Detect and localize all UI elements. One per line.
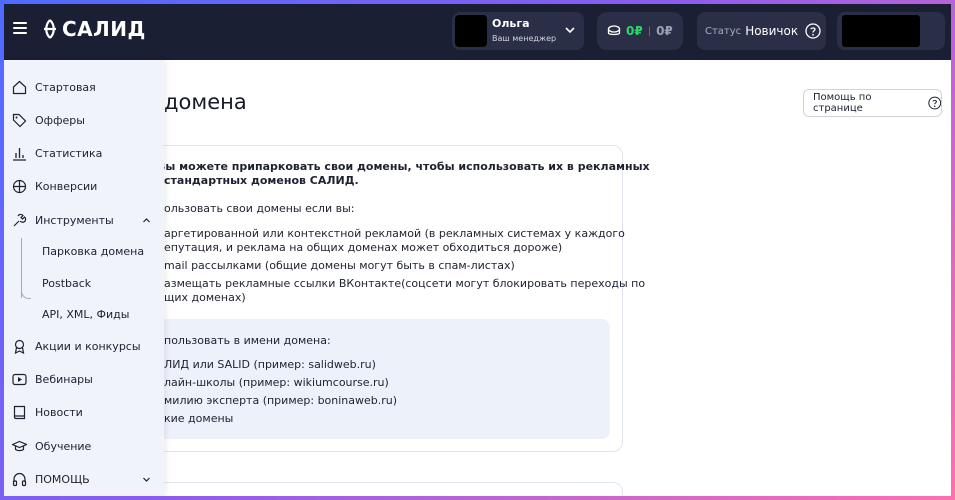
logo[interactable]: САЛИД: [42, 17, 146, 41]
sidebar-item-promotions[interactable]: Акции и конкурсы: [4, 332, 164, 360]
forbid-item: лайн-школы (пример: wikiumcourse.ru): [164, 376, 389, 389]
balance-hold: 0₽: [656, 24, 673, 38]
sidebar-item-label: Обучение: [35, 439, 92, 453]
forbid-item: ЛИД или SALID (пример: salidweb.ru): [164, 358, 376, 371]
sidebar-item-webinars[interactable]: Вебинары: [4, 365, 164, 393]
menu-icon[interactable]: [13, 22, 27, 34]
sidebar-item-conversions[interactable]: Конверсии: [4, 172, 164, 200]
page-title: домена: [164, 90, 247, 114]
forbid-heading: пользовать в имени домена:: [164, 334, 331, 347]
status-value: Новичок: [745, 24, 799, 38]
sidebar-item-label: Офферы: [35, 113, 85, 127]
sidebar-item-tools[interactable]: Инструменты: [4, 206, 164, 234]
sidebar-item-help[interactable]: ПОМОЩЬ: [4, 465, 164, 493]
wallet-icon: [607, 25, 621, 36]
sidebar-subitem-api[interactable]: API, XML, Фиды: [42, 308, 129, 321]
tag-icon: [12, 113, 27, 127]
sidebar: Стартовая Офферы Статистика Конверсии Ин…: [4, 60, 164, 496]
chevron-up-icon: [143, 217, 150, 222]
manager-avatar: [455, 15, 487, 47]
bullet-line: щих доменах): [164, 291, 246, 304]
use-heading: ользовать свои домены если вы:: [164, 202, 355, 215]
sidebar-item-offers[interactable]: Офферы: [4, 106, 164, 134]
sidebar-item-label: Акции и конкурсы: [35, 339, 141, 353]
sidebar-item-label: Стартовая: [35, 80, 96, 94]
sidebar-item-label: Новости: [35, 405, 83, 419]
question-icon: [927, 96, 941, 110]
logo-text: САЛИД: [62, 17, 146, 41]
page-help-label: Помощь по странице: [813, 92, 872, 114]
intro-line-2: стандартных доменов САЛИД.: [164, 174, 359, 187]
balance-widget[interactable]: 0₽ | 0₽: [597, 12, 683, 50]
bar-chart-icon: [13, 147, 26, 161]
award-icon: [14, 339, 25, 354]
sidebar-subitem-domain-parking[interactable]: Парковка домена: [42, 245, 144, 258]
headphones-icon: [12, 472, 27, 486]
app-window: САЛИД Ольга Ваш менеджер 0₽ | 0₽ Статус …: [4, 4, 951, 496]
book-icon: [13, 405, 26, 419]
sidebar-item-label: ПОМОЩЬ: [35, 472, 90, 486]
sidebar-item-statistics[interactable]: Статистика: [4, 139, 164, 167]
sidebar-item-label: Вебинары: [35, 372, 93, 386]
play-icon: [12, 373, 27, 385]
manager-role: Ваш менеджер: [492, 34, 557, 43]
bullet-line: аргетированной или контекстной рекламой …: [164, 227, 625, 240]
bullet-line: mail рассылками (общие домены могут быть…: [164, 259, 515, 272]
page-help-button[interactable]: Помощь по странице: [803, 89, 942, 117]
sidebar-item-news[interactable]: Новости: [4, 398, 164, 426]
tools-icon: [13, 213, 27, 226]
chevron-down-icon: [143, 477, 150, 482]
balance-divider: |: [647, 25, 652, 37]
submenu-tree-curve: [21, 285, 31, 299]
sidebar-item-label: Конверсии: [35, 179, 98, 193]
profile-avatar: [842, 15, 920, 47]
question-icon[interactable]: [805, 23, 821, 39]
home-icon: [12, 80, 27, 94]
forbid-item: милию эксперта (пример: boninaweb.ru): [164, 394, 398, 407]
forbid-item: кие домены: [164, 412, 234, 425]
status-label: Статус: [705, 25, 742, 37]
top-bar: САЛИД Ольга Ваш менеджер 0₽ | 0₽ Статус …: [4, 4, 951, 60]
balance-main: 0₽: [626, 24, 643, 38]
intro-line-1: Вы можете припарковать свои домены, чтоб…: [157, 160, 650, 173]
sidebar-item-education[interactable]: Обучение: [4, 432, 164, 460]
bullet-line: азмещать рекламные ссылки ВКонтакте(соцс…: [164, 277, 646, 290]
sidebar-item-label: Статистика: [35, 146, 103, 160]
sidebar-item-label: Инструменты: [35, 213, 114, 227]
manager-dropdown[interactable]: Ольга Ваш менеджер: [452, 12, 584, 50]
sidebar-item-start[interactable]: Стартовая: [4, 73, 164, 101]
status-widget[interactable]: Статус Новичок: [697, 12, 826, 50]
graduation-icon: [12, 440, 27, 451]
bullet-line: епутация, и реклама на общих доменах мож…: [164, 241, 563, 254]
next-card: [124, 482, 623, 496]
sidebar-subitem-postback[interactable]: Postback: [42, 277, 91, 290]
crosshair-icon: [12, 179, 27, 193]
manager-name: Ольга: [492, 17, 530, 30]
profile-widget[interactable]: [837, 12, 945, 50]
logo-mark-icon: [44, 19, 56, 39]
chevron-down-icon: [565, 27, 575, 34]
